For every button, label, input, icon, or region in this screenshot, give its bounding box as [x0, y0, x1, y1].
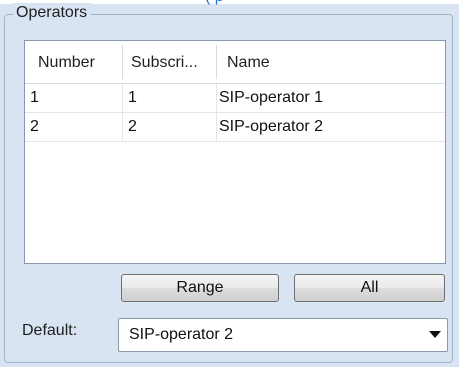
cell-number: 2 [30, 118, 39, 135]
column-divider[interactable] [216, 45, 217, 79]
list-header: Number Subscri... Name [25, 41, 445, 84]
cell-subscriber: 2 [128, 118, 137, 135]
cropped-text: ( p [205, 0, 224, 6]
default-operator-value: SIP-operator 2 [129, 326, 234, 343]
table-row[interactable]: 2 2 SIP-operator 2 [25, 113, 445, 142]
column-header-number[interactable]: Number [38, 41, 128, 83]
cell-divider [216, 84, 217, 112]
operators-list[interactable]: Number Subscri... Name 1 1 SIP-operator … [24, 40, 446, 264]
cell-number: 1 [30, 89, 39, 106]
cell-name: SIP-operator 1 [219, 89, 324, 106]
chevron-down-icon[interactable] [429, 331, 441, 339]
range-button[interactable]: Range [121, 274, 279, 302]
groupbox-title: Operators [13, 3, 92, 23]
column-header-subscriber[interactable]: Subscri... [131, 41, 215, 83]
default-operator-select[interactable]: SIP-operator 2 [118, 318, 448, 352]
cell-subscriber: 1 [128, 89, 137, 106]
cell-divider [122, 113, 123, 141]
cell-divider [122, 84, 123, 112]
cell-divider [216, 113, 217, 141]
table-row[interactable]: 1 1 SIP-operator 1 [25, 84, 445, 113]
column-header-name[interactable]: Name [227, 41, 427, 83]
column-divider[interactable] [122, 45, 123, 79]
all-button[interactable]: All [294, 274, 445, 302]
default-label: Default: [22, 322, 78, 339]
cell-name: SIP-operator 2 [219, 118, 324, 135]
